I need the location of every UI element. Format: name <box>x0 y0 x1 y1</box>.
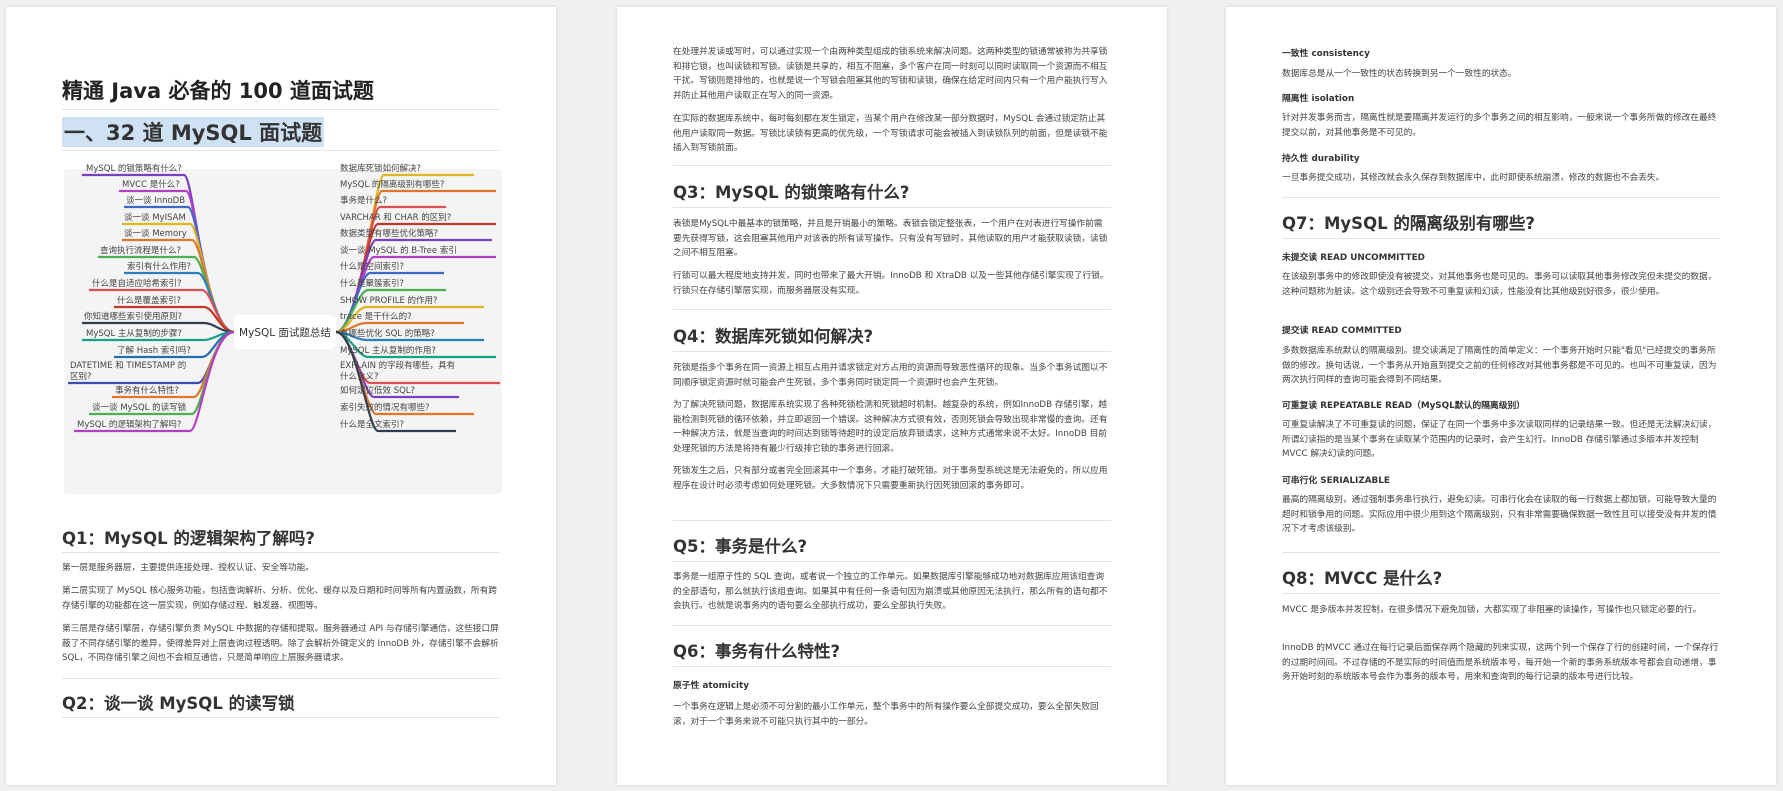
mindmap-node: 谈一谈 MyISAM <box>124 213 186 223</box>
divider <box>62 552 500 553</box>
question-heading-q7: Q7：MySQL 的隔离级别有哪些? <box>1282 214 1535 233</box>
mindmap-node: 什么含义? <box>340 372 379 382</box>
divider <box>673 309 1111 310</box>
document-page-1: 精通 Java 必备的 100 道面试题 一、32 道 MySQL 面试题 My… <box>6 7 556 785</box>
mindmap-node: 区别? <box>70 372 92 382</box>
mindmap-node: MySQL 的隔离级别有哪些? <box>340 180 445 190</box>
question-heading-q1: Q1：MySQL 的逻辑架构了解吗? <box>62 529 315 548</box>
divider <box>673 520 1111 521</box>
paragraph: 为了解决死锁问题，数据库系统实现了各种死锁检测和死锁超时机制。越复杂的系统，例如… <box>673 400 1108 454</box>
divider <box>1282 197 1720 198</box>
mindmap-node: 谈一谈 MySQL 的 B-Tree 索引 <box>340 246 457 256</box>
divider <box>673 207 1111 208</box>
mindmap-node: MVCC 是什么? <box>122 180 180 190</box>
mindmap-node: DATETIME 和 TIMESTAMP 的 <box>70 361 187 371</box>
mindmap-node: 了解 Hash 索引吗? <box>117 346 191 356</box>
divider <box>673 561 1111 562</box>
divider <box>673 351 1111 352</box>
question-heading-q4: Q4：数据库死锁如何解决? <box>673 327 874 346</box>
divider <box>62 717 500 718</box>
mindmap-node: MySQL 的锁策略有什么? <box>86 164 182 174</box>
paragraph: 第二层实现了 MySQL 核心服务功能，包括查询解析、分析、优化、缓存以及日期和… <box>62 586 497 611</box>
divider <box>1282 593 1720 594</box>
paragraph: 多数数据库系统默认的隔离级别。提交读满足了隔离性的简单定义：一个事务开始时只能"… <box>1282 346 1717 386</box>
paragraph: 表锁是MySQL中最基本的锁策略，并且是开销最小的策略。表锁会锁定整张表，一个用… <box>673 219 1108 259</box>
subheading: 提交读 READ COMMITTED <box>1282 326 1402 336</box>
divider <box>673 666 1111 667</box>
mindmap-node: 事务是什么? <box>340 196 388 206</box>
divider <box>62 109 500 110</box>
subheading: 一致性 consistency <box>1282 49 1370 59</box>
mindmap-center: MySQL 面试题总结 <box>234 315 336 349</box>
paragraph: 在该级别事务中的修改即使没有被提交，对其他事务也是可见的。事务可以读取其他事务修… <box>1282 272 1717 297</box>
subheading: 可重复读 REPEATABLE READ（MySQL默认的隔离级别） <box>1282 401 1526 411</box>
paragraph: 第三层是存储引擎层，存储引擎负责 MySQL 中数据的存储和提取。服务器通过 A… <box>62 624 499 664</box>
mindmap-node: 事务有什么特性? <box>115 386 180 396</box>
mindmap-node: EXPLAIN 的字段有哪些，具有 <box>340 361 456 371</box>
mindmap-node: 索引有什么作用? <box>127 262 192 272</box>
document-title: 精通 Java 必备的 100 道面试题 <box>62 79 374 103</box>
question-heading-q6: Q6：事务有什么特性? <box>673 642 841 661</box>
divider <box>62 150 500 151</box>
mindmap-node: 数据类型有哪些优化策略? <box>340 229 439 239</box>
mindmap-node: 谈一谈 MySQL 的读写锁 <box>92 403 187 413</box>
paragraph: 行锁可以最大程度地支持并发，同时也带来了最大开销。InnoDB 和 XtraDB… <box>673 271 1109 296</box>
mindmap-node: 数据库死锁如何解决? <box>340 164 422 174</box>
divider <box>1282 552 1720 553</box>
subheading: 持久性 durability <box>1282 154 1360 164</box>
document-page-3: 一致性 consistency 数据库总是从一个一致性的状态转换到另一个一致性的… <box>1226 7 1776 785</box>
subheading: 原子性 atomicity <box>673 681 749 691</box>
divider <box>673 165 1111 166</box>
paragraph: 第一层是服务器层，主要提供连接处理、授权认证、安全等功能。 <box>62 563 314 573</box>
document-page-2: 在处理并发读或写时，可以通过实现一个由两种类型组成的锁系统来解决问题。这两种类型… <box>617 7 1167 785</box>
divider <box>1282 238 1720 239</box>
paragraph: MVCC 是多版本并发控制，在很多情况下避免加锁，大都实现了非阻塞的读操作，写操… <box>1282 605 1702 615</box>
mindmap-node: 什么是全文索引? <box>340 420 405 430</box>
paragraph: 事务是一组原子性的 SQL 查询，或者说一个独立的工作单元。如果数据库引擎能够成… <box>673 572 1108 612</box>
mindmap-node: MySQL 的逻辑架构了解吗? <box>77 420 182 430</box>
subheading: 隔离性 isolation <box>1282 94 1355 104</box>
paragraph: 死锁发生之后，只有部分或者完全回滚其中一个事务，才能打破死锁。对于事务型系统这是… <box>673 466 1108 491</box>
paragraph: 一个事务在逻辑上是必须不可分割的最小工作单元，整个事务中的所有操作要么全部提交成… <box>673 702 1099 727</box>
section-title: 一、32 道 MySQL 面试题 <box>62 117 325 147</box>
mindmap-node: MySQL 主从复制的作用? <box>340 346 436 356</box>
paragraph: 在处理并发读或写时，可以通过实现一个由两种类型组成的锁系统来解决问题。这两种类型… <box>673 47 1108 101</box>
mindmap-node: 如何定位低效 SQL? <box>340 386 416 396</box>
paragraph: 数据库总是从一个一致性的状态转换到另一个一致性的状态。 <box>1282 69 1517 79</box>
question-heading-q3: Q3：MySQL 的锁策略有什么? <box>673 183 910 202</box>
mysql-mindmap: MySQL 面试题总结 MySQL 的锁策略有什么? MVCC 是什么? 谈一谈… <box>64 164 502 494</box>
paragraph: 在实际的数据库系统中，每时每刻都在发生锁定，当某个用户在修改某一部分数据时，My… <box>673 114 1108 154</box>
mindmap-node: 索引失效的情况有哪些? <box>340 403 430 413</box>
mindmap-node: trace 是干什么的? <box>340 312 412 322</box>
paragraph: 最高的隔离级别，通过强制事务串行执行，避免幻读。可串行化会在读取的每一行数据上都… <box>1282 495 1717 535</box>
divider <box>62 678 500 679</box>
mindmap-node: 谈一谈 InnoDB <box>126 196 186 206</box>
divider <box>673 625 1111 626</box>
mindmap-node: 什么是覆盖索引? <box>117 296 182 306</box>
paragraph: 死锁是指多个事务在同一资源上相互占用并请求锁定对方占用的资源而导致恶性循环的现象… <box>673 363 1108 388</box>
paragraph: 一旦事务提交成功，其修改就会永久保存到数据库中，此时即使系统崩溃，修改的数据也不… <box>1282 173 1665 183</box>
mindmap-node: 查询执行流程是什么? <box>100 246 182 256</box>
paragraph: InnoDB 的MVCC 通过在每行记录后面保存两个隐藏的列来实现，这两个列一个… <box>1282 643 1719 683</box>
question-heading-q5: Q5：事务是什么? <box>673 537 808 556</box>
paragraph: 针对并发事务而言，隔离性就是要隔离并发运行的多个事务之间的相互影响，一般来说一个… <box>1282 113 1717 138</box>
paragraph: 可重复读解决了不可重复读的问题，保证了在同一个事务中多次读取同样的记录结果一致。… <box>1282 420 1717 460</box>
mindmap-node: 什么是自适应哈希索引? <box>92 279 182 289</box>
subheading: 可串行化 SERIALIZABLE <box>1282 476 1390 486</box>
question-heading-q8: Q8：MVCC 是什么? <box>1282 569 1443 588</box>
mindmap-node: 有哪些优化 SQL 的策略? <box>340 329 435 339</box>
mindmap-node: 谈一谈 Memory <box>124 229 187 239</box>
question-heading-q2: Q2：谈一谈 MySQL 的读写锁 <box>62 694 295 713</box>
mindmap-node: MySQL 主从复制的步骤? <box>86 329 182 339</box>
mindmap-node: 什么是聚簇索引? <box>340 279 405 289</box>
mindmap-node: VARCHAR 和 CHAR 的区别? <box>340 213 452 223</box>
mindmap-node: SHOW PROFILE 的作用? <box>340 296 438 306</box>
mindmap-node: 什么是空间索引? <box>340 262 405 272</box>
subheading: 未提交读 READ UNCOMMITTED <box>1282 253 1425 263</box>
mindmap-node: 你知道哪些索引使用原则? <box>84 312 183 322</box>
